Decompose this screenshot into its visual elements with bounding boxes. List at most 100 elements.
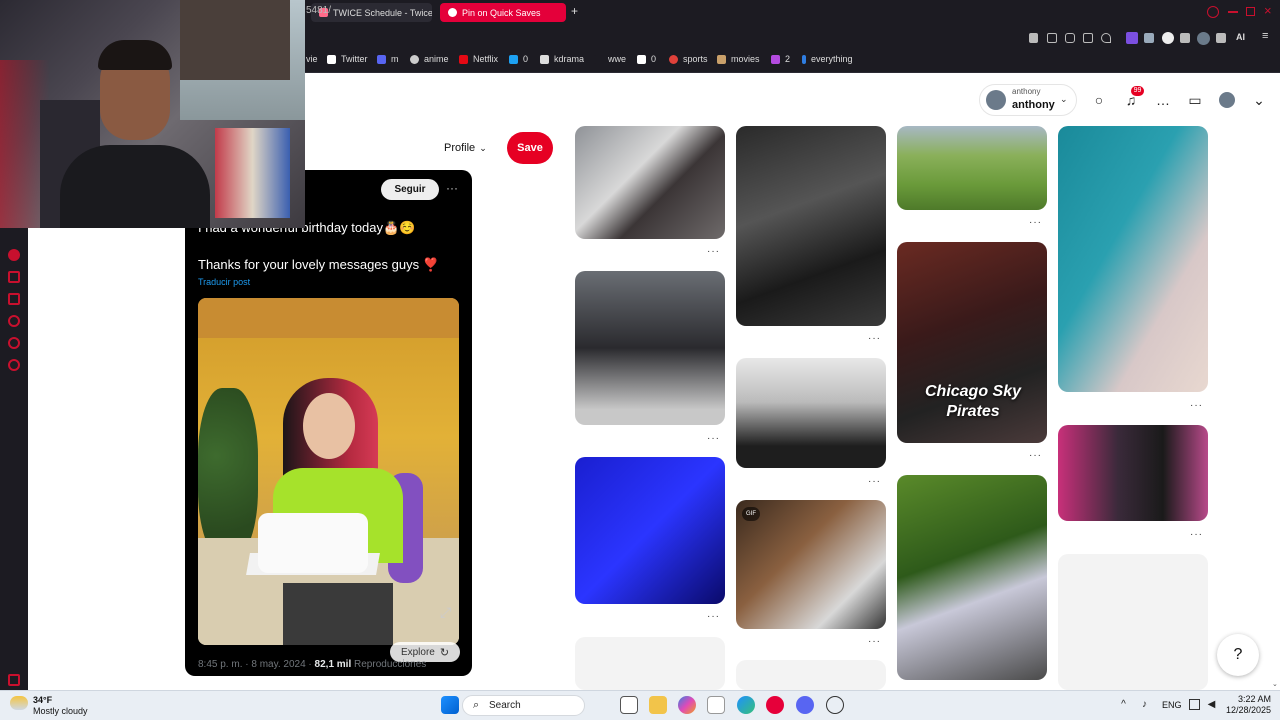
store-icon[interactable] — [707, 696, 725, 714]
pin-image[interactable] — [736, 358, 886, 468]
bookmark-item[interactable]: sports — [669, 54, 708, 64]
pin-more-icon[interactable]: ··· — [1029, 217, 1042, 228]
bookmark-item[interactable]: Netflix — [459, 54, 498, 64]
messages-icon[interactable]: … — [1155, 92, 1171, 108]
copilot-icon[interactable] — [678, 696, 696, 714]
chevron-down-icon[interactable]: ⌄ — [1060, 94, 1068, 105]
search-icon[interactable]: ○ — [1091, 92, 1107, 108]
clock-time[interactable]: 3:22 AM — [1224, 694, 1271, 704]
pin-image[interactable] — [575, 457, 725, 604]
heart-icon[interactable] — [1101, 33, 1111, 43]
pin-image[interactable] — [897, 126, 1047, 210]
pin-more-icon[interactable]: ··· — [707, 433, 720, 444]
pin-image[interactable]: Chicago Sky Pirates — [897, 242, 1047, 443]
account-name: anthony — [1012, 99, 1055, 111]
steam-icon[interactable] — [826, 696, 844, 714]
bookmark-item[interactable]: 0 — [637, 54, 656, 64]
close-window-icon[interactable]: × — [1264, 3, 1272, 18]
pin-image[interactable] — [1058, 425, 1208, 521]
profile-dropdown[interactable]: Profile ⌄ — [444, 138, 487, 158]
follow-button[interactable]: Seguir — [381, 179, 439, 200]
expand-icon[interactable]: ⤢ — [440, 604, 451, 621]
clock-date[interactable]: 12/28/2025 — [1224, 705, 1271, 715]
audio-icon[interactable] — [1144, 33, 1154, 43]
birthday-photo[interactable] — [198, 298, 459, 645]
help-button[interactable]: ? — [1217, 634, 1259, 676]
network-icon[interactable] — [1189, 699, 1200, 710]
bookmark-item[interactable]: vie — [306, 54, 318, 64]
bookmark-item[interactable]: movies — [717, 54, 760, 64]
maximize-icon[interactable] — [1246, 7, 1255, 16]
url-field[interactable]: 5481/ — [306, 5, 331, 16]
pin-more-icon[interactable]: ··· — [868, 476, 881, 487]
s-extension-icon[interactable] — [1162, 32, 1174, 44]
tab-manager-icon[interactable] — [1083, 33, 1093, 43]
volume-icon[interactable]: ◀ — [1206, 699, 1217, 710]
avatar — [986, 90, 1006, 110]
pin-more-icon[interactable]: ··· — [1190, 400, 1203, 411]
save-button[interactable]: Save — [507, 132, 553, 164]
pin-image[interactable] — [575, 126, 725, 239]
sidebar-play-icon[interactable] — [8, 271, 20, 283]
shield-icon[interactable] — [1065, 33, 1075, 43]
microphone-icon[interactable]: ♪ — [1139, 699, 1150, 710]
weather-icon[interactable] — [10, 696, 28, 710]
bookmark-item[interactable]: kdrama — [540, 54, 584, 64]
profile-icon[interactable] — [1197, 32, 1210, 45]
weather-temperature[interactable]: 34°F — [33, 695, 52, 705]
pin-more-icon[interactable]: ··· — [868, 636, 881, 647]
ai-extension-label[interactable]: AI — [1236, 32, 1245, 42]
pin-more-icon[interactable]: ··· — [1190, 529, 1203, 540]
weather-description[interactable]: Mostly cloudy — [33, 706, 88, 716]
pin-more-icon[interactable]: ··· — [1029, 450, 1042, 461]
discord-icon[interactable] — [796, 696, 814, 714]
pin-more-icon[interactable]: ··· — [707, 611, 720, 622]
pin-image[interactable] — [575, 271, 725, 425]
sidebar-more-icon[interactable] — [8, 674, 20, 686]
pin-image[interactable]: GIF — [736, 500, 886, 629]
edge-icon[interactable] — [737, 696, 755, 714]
tweet-more-icon[interactable]: ··· — [446, 181, 458, 195]
pin-more-icon[interactable]: ··· — [868, 333, 881, 344]
sidebar-app-icon[interactable] — [8, 249, 20, 261]
scroll-down-icon[interactable]: ⌄ — [1272, 680, 1278, 688]
translate-link[interactable]: Traducir post — [198, 277, 250, 287]
bookmark-item[interactable]: wwe — [594, 54, 626, 64]
chevron-up-icon[interactable]: ^ — [1118, 699, 1129, 710]
pin-image[interactable] — [736, 126, 886, 326]
bookmark-item[interactable]: Twitter — [327, 54, 368, 64]
updates-icon[interactable]: ▭ — [1187, 92, 1203, 108]
minimize-icon[interactable] — [1228, 11, 1238, 13]
twitch-icon[interactable] — [1126, 32, 1138, 44]
new-tab-button[interactable]: + — [571, 4, 578, 18]
bookmark-item[interactable]: everything — [802, 54, 853, 64]
pin-icon[interactable] — [1029, 33, 1038, 43]
start-icon[interactable] — [441, 696, 459, 714]
sidebar-clock-icon[interactable] — [8, 315, 20, 327]
pin-more-icon[interactable]: ··· — [707, 246, 720, 257]
sidebar-bookmark-icon[interactable] — [8, 293, 20, 305]
bookmark-item[interactable]: anime — [410, 54, 449, 64]
sidebar-settings-icon[interactable] — [8, 359, 20, 371]
bookmark-item[interactable]: 2 — [771, 54, 790, 64]
profile-avatar-icon[interactable] — [1219, 92, 1235, 108]
account-icon[interactable] — [1207, 6, 1219, 18]
bookmark-item[interactable]: m — [377, 54, 399, 64]
pin-image[interactable] — [897, 475, 1047, 680]
bookmark-item[interactable]: 0 — [509, 54, 528, 64]
bookmark-label: 0 — [651, 54, 657, 64]
file-explorer-icon[interactable] — [649, 696, 667, 714]
download-icon[interactable] — [1216, 33, 1226, 43]
taskbar-search[interactable]: Search — [462, 695, 585, 716]
tweet-text-line: Thanks for your lovely messages guys ❣️ — [198, 257, 439, 272]
sidebar-chat-icon[interactable] — [8, 337, 20, 349]
tab-pin-quick-saves[interactable]: Pin on Quick Saves — [440, 3, 566, 22]
task-view-icon[interactable] — [620, 696, 638, 714]
menu-icon[interactable]: ≡ — [1262, 30, 1268, 42]
opera-icon[interactable] — [766, 696, 784, 714]
pin-image[interactable] — [1058, 126, 1208, 392]
chevron-down-icon[interactable]: ⌄ — [1251, 92, 1267, 108]
screenshot-icon[interactable] — [1047, 33, 1057, 43]
puzzle-icon[interactable] — [1180, 33, 1190, 43]
language-indicator[interactable]: ENG — [1162, 700, 1182, 710]
